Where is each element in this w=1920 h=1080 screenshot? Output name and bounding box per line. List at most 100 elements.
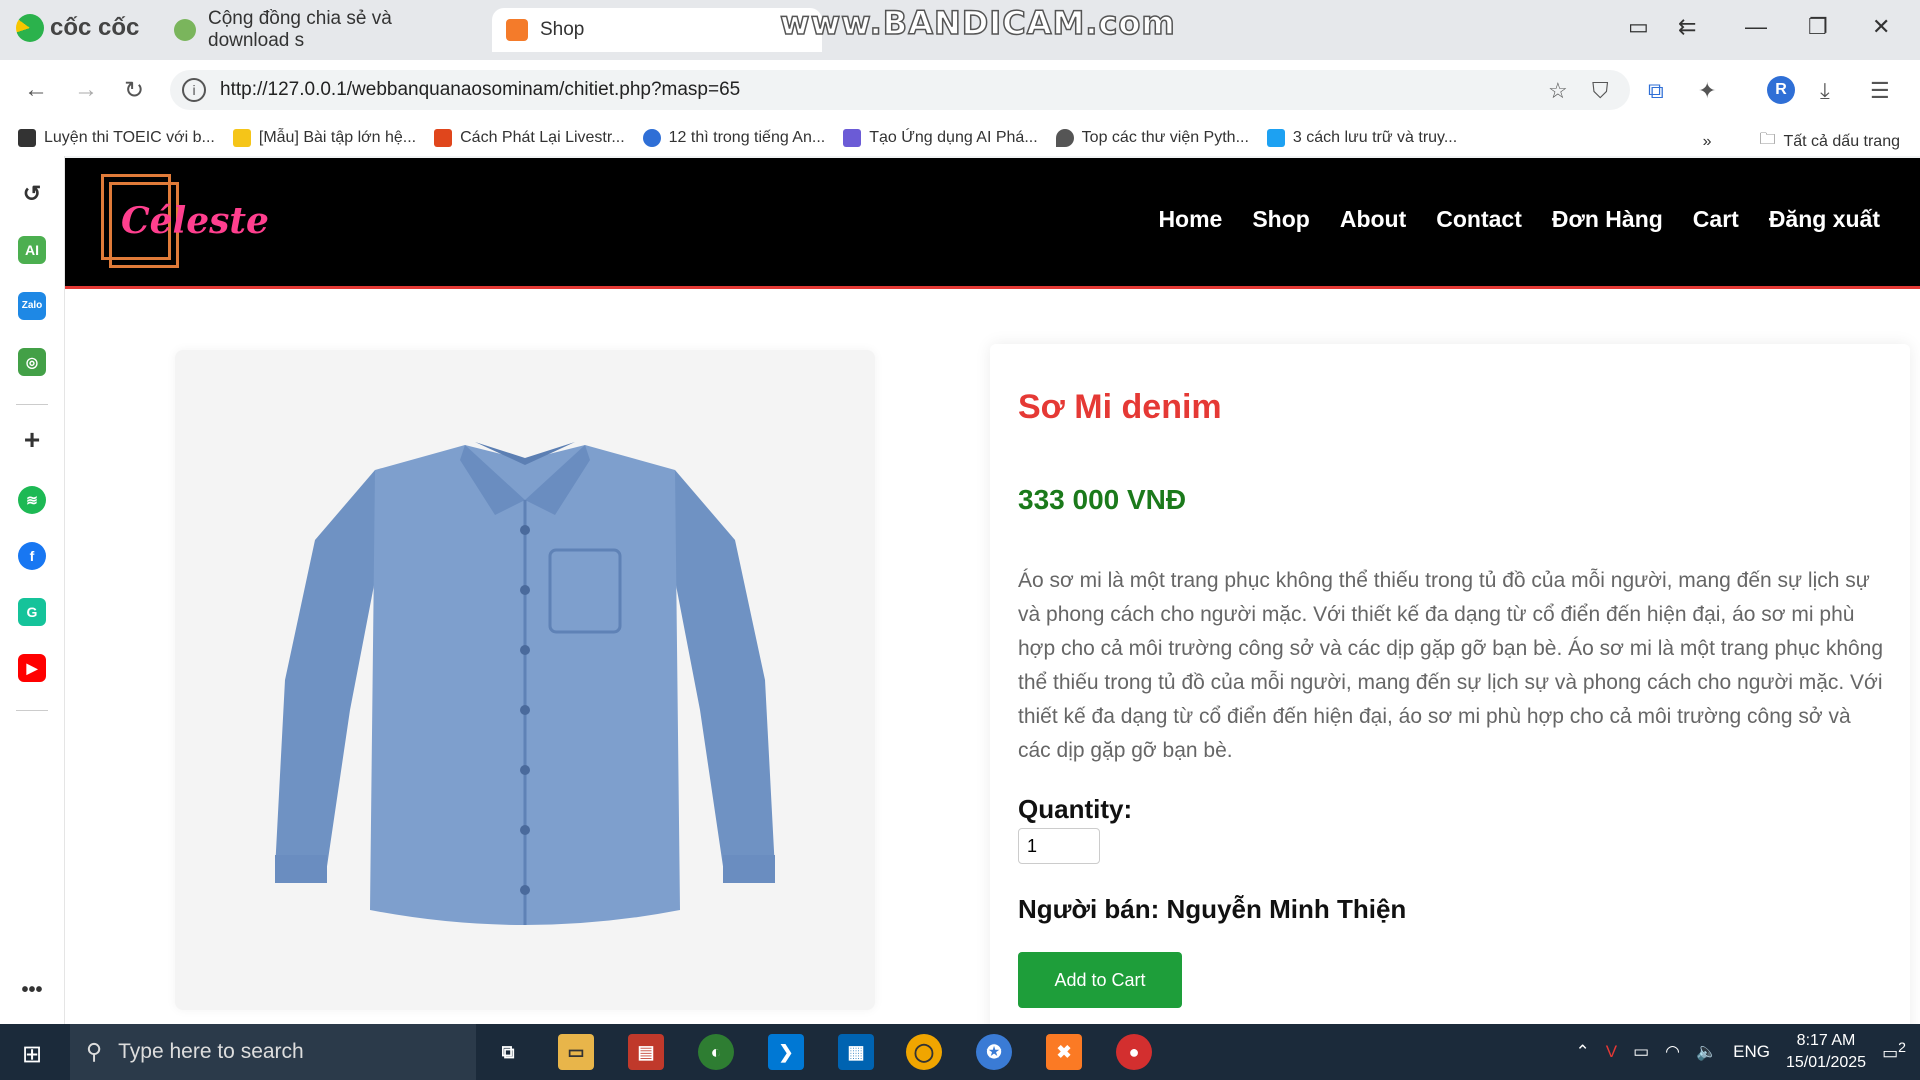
browser-sidebar: ↺ AI Zalo ◎ + ≋ f G ▶ ••• — [0, 156, 65, 1024]
antivirus-icon[interactable]: V — [1606, 1042, 1617, 1062]
xampp-favicon-icon — [506, 19, 528, 41]
quantity-label: Quantity: — [1018, 794, 1133, 824]
nav-about[interactable]: About — [1340, 206, 1406, 233]
clock[interactable]: 8:17 AM 15/01/2025 — [1786, 1030, 1866, 1074]
ai-assistant-icon[interactable]: AI — [18, 236, 46, 264]
address-bar[interactable]: i http://127.0.0.1/webbanquanaosominam/c… — [170, 70, 1630, 110]
all-bookmarks[interactable]: » 🗀 Tất cả dấu trang — [1703, 128, 1900, 155]
quantity-input[interactable] — [1018, 828, 1100, 864]
reload-icon[interactable]: ↻ — [124, 76, 144, 105]
windows-start-icon[interactable]: ⊞ — [22, 1040, 42, 1069]
nav-orders[interactable]: Đơn Hàng — [1552, 206, 1663, 233]
app-store-icon[interactable]: ✪ — [976, 1034, 1012, 1070]
game-controller-icon[interactable]: ◎ — [18, 348, 46, 376]
nav-cart[interactable]: Cart — [1693, 206, 1739, 233]
add-icon[interactable]: + — [18, 426, 46, 454]
logo-text: Céleste — [121, 200, 269, 242]
tab-label: Shop — [540, 19, 585, 40]
folder-icon: 🗀 — [1759, 131, 1776, 148]
tab-download-community[interactable]: Cộng đồng chia sẻ và download s — [160, 8, 480, 52]
profile-avatar[interactable]: R — [1767, 76, 1795, 104]
bookmark-item[interactable]: Top các thư viện Pyth... — [1055, 129, 1249, 147]
recording-watermark: www.BANDICAM.com — [779, 3, 1176, 43]
youtube-icon[interactable]: ▶ — [18, 654, 46, 682]
spotify-icon[interactable]: ≋ — [18, 486, 46, 514]
location-pin-icon — [1055, 129, 1074, 147]
forward-icon[interactable]: → — [74, 76, 98, 104]
search-placeholder: Type here to search — [118, 1040, 304, 1063]
zalo-icon[interactable]: Zalo — [18, 292, 46, 320]
back-icon[interactable]: ← — [24, 76, 48, 104]
bookmark-item[interactable]: Luyện thi TOEIC với b... — [18, 129, 215, 147]
volume-icon[interactable]: 🔈 — [1696, 1042, 1717, 1062]
bookmarks-bar: Luyện thi TOEIC với b... [Mẫu] Bài tập l… — [0, 120, 1920, 156]
bookmark-item[interactable]: 12 thì trong tiếng An... — [642, 129, 825, 147]
task-view-icon[interactable]: ⧉ — [490, 1034, 526, 1070]
url-text[interactable]: http://127.0.0.1/webbanquanaosominam/chi… — [220, 79, 740, 101]
translate-icon[interactable]: ⧉ — [1648, 78, 1664, 104]
bookmark-item[interactable]: Cách Phát Lại Livestr... — [434, 129, 625, 147]
sidebar-divider — [16, 404, 48, 405]
site-logo[interactable]: Céleste — [101, 174, 269, 268]
extensions-icon[interactable]: ✦ — [1698, 78, 1716, 104]
product-description: Áo sơ mi là một trang phục không thể thi… — [1018, 569, 1884, 762]
app-icon[interactable]: ▤ — [628, 1034, 664, 1070]
page-viewport: Céleste Home Shop About Contact Đơn Hàng… — [65, 158, 1920, 1024]
bookmark-item[interactable]: 3 cách lưu trữ và truy... — [1266, 129, 1457, 147]
menu-icon[interactable]: ☰ — [1870, 78, 1890, 104]
minimize-icon[interactable]: — — [1745, 14, 1767, 40]
nav-logout[interactable]: Đăng xuất — [1769, 206, 1880, 233]
site-info-icon[interactable]: i — [182, 78, 206, 102]
store-icon[interactable]: ▦ — [838, 1034, 874, 1070]
denim-shirt-image — [275, 442, 775, 925]
add-to-cart-button[interactable]: Add to Cart — [1018, 952, 1182, 1008]
coccoc-logo-icon — [16, 14, 44, 42]
product-image — [175, 350, 875, 1010]
more-icon[interactable]: ••• — [18, 976, 46, 1004]
toeic-icon — [18, 129, 36, 147]
sidebar-divider — [16, 710, 48, 711]
site-header: Céleste Home Shop About Contact Đơn Hàng… — [65, 158, 1920, 289]
livestream-icon — [434, 129, 453, 147]
nav-shop[interactable]: Shop — [1252, 206, 1310, 233]
bookmark-item[interactable]: [Mẫu] Bài tập lớn hệ... — [232, 129, 416, 147]
chat-app-icon[interactable]: ◯ — [906, 1034, 942, 1070]
facebook-icon[interactable]: f — [18, 542, 46, 570]
screen-cast-icon[interactable]: ▭ — [1628, 14, 1649, 40]
tab-label: Cộng đồng chia sẻ và download s — [208, 8, 392, 51]
wifi-icon[interactable]: ◠ — [1665, 1042, 1680, 1062]
nav-contact[interactable]: Contact — [1436, 206, 1522, 233]
back-arrow-icon[interactable]: ⇇ — [1678, 14, 1696, 40]
history-icon[interactable]: ↺ — [18, 180, 46, 208]
storage-icon — [1266, 129, 1285, 147]
record-icon[interactable]: ● — [1116, 1034, 1152, 1070]
chevron-up-icon[interactable]: ⌃ — [1575, 1042, 1589, 1062]
taskbar-search[interactable]: ⚲ Type here to search — [70, 1024, 476, 1080]
chevron-double-right-icon[interactable]: » — [1703, 133, 1712, 151]
system-tray: ⌃ V ▭ ◠ 🔈 ENG 8:17 AM 15/01/2025 ▭2 — [1575, 1024, 1920, 1080]
vscode-icon[interactable]: ❯ — [768, 1034, 804, 1070]
search-icon: ⚲ — [86, 1039, 103, 1064]
browser-logo[interactable]: cốc cốc — [16, 14, 139, 42]
coccoc-taskbar-icon[interactable]: ◐ — [698, 1034, 734, 1070]
english-icon — [642, 129, 661, 147]
download-icon[interactable]: ⤓ — [1820, 78, 1830, 104]
browser-name: cốc cốc — [50, 14, 140, 41]
language-indicator[interactable]: ENG — [1733, 1042, 1770, 1062]
restore-icon[interactable]: ❐ — [1808, 14, 1828, 40]
grammarly-icon[interactable]: G — [18, 598, 46, 626]
document-icon — [232, 129, 251, 147]
xampp-icon[interactable]: ✖ — [1046, 1034, 1082, 1070]
nav-home[interactable]: Home — [1158, 206, 1222, 233]
close-icon[interactable]: ✕ — [1872, 14, 1890, 40]
tab-shop[interactable]: Shop — [492, 8, 822, 52]
file-explorer-icon[interactable]: ▭ — [558, 1034, 594, 1070]
shield-icon[interactable]: ⛉ — [1592, 78, 1609, 104]
battery-icon[interactable]: ▭ — [1633, 1042, 1649, 1062]
product-detail-card: Sơ Mi denim 333 000 VNĐ Áo sơ mi là một … — [990, 344, 1910, 1024]
notification-count: 2 — [1898, 1040, 1906, 1057]
bookmark-star-icon[interactable]: ☆ — [1548, 78, 1568, 104]
bookmark-item[interactable]: Tạo Ứng dụng AI Phá... — [843, 129, 1038, 147]
product-price: 333 000 VNĐ — [1018, 484, 1187, 515]
notification-icon[interactable]: ▭2 — [1882, 1040, 1906, 1064]
